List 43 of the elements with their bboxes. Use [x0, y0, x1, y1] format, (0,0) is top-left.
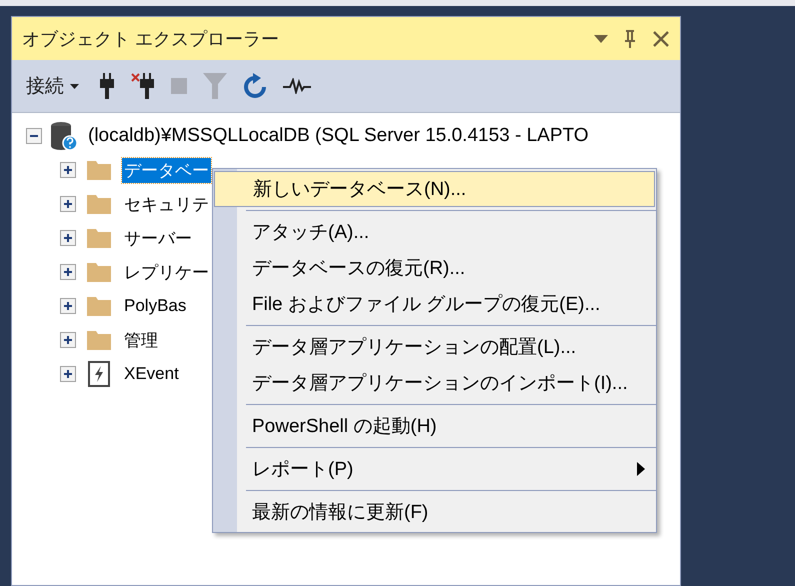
plug-icon[interactable]: [99, 73, 115, 99]
pin-icon[interactable]: [624, 28, 636, 48]
folder-icon: [86, 261, 112, 283]
activity-icon[interactable]: [283, 78, 311, 94]
refresh-icon[interactable]: [243, 73, 267, 99]
expand-icon[interactable]: [60, 264, 76, 280]
tree-node-label[interactable]: サーバー: [122, 226, 194, 250]
database-server-icon: [50, 121, 78, 151]
folder-icon: [86, 329, 112, 351]
caret-icon: [70, 84, 79, 88]
tree-node-label[interactable]: 管理: [122, 328, 160, 352]
menu-item[interactable]: データ層アプリケーションのインポート(I)...: [214, 365, 655, 401]
collapse-icon[interactable]: [26, 128, 42, 144]
tree-node-label[interactable]: PolyBas: [122, 295, 188, 317]
menu-item[interactable]: File およびファイル グループの復元(E)...: [214, 286, 655, 322]
tree-node-label[interactable]: セキュリテ: [122, 192, 211, 216]
close-icon[interactable]: [652, 30, 670, 48]
tree-node-label[interactable]: データベー: [122, 158, 211, 182]
disconnect-icon[interactable]: [131, 73, 155, 99]
tree-node-label[interactable]: XEvent: [122, 363, 181, 385]
connect-button[interactable]: 接続: [26, 73, 79, 99]
menu-item[interactable]: アタッチ(A)...: [214, 214, 655, 250]
folder-icon: [86, 159, 112, 181]
menu-item[interactable]: データベースの復元(R)...: [214, 250, 655, 286]
folder-icon: [86, 193, 112, 215]
expand-icon[interactable]: [60, 196, 76, 212]
folder-icon: [86, 295, 112, 317]
lightning-icon: [86, 361, 112, 387]
expand-icon[interactable]: [60, 298, 76, 314]
server-node-label[interactable]: (localdb)¥MSSQLLocalDB (SQL Server 15.0.4153 - LAPTO: [86, 124, 591, 148]
expand-icon[interactable]: [60, 332, 76, 348]
dropdown-icon[interactable]: [594, 34, 608, 42]
menu-item[interactable]: PowerShell の起動(H): [214, 408, 655, 444]
panel-title: オブジェクト エクスプローラー: [22, 28, 280, 50]
expand-icon[interactable]: [60, 230, 76, 246]
folder-icon: [86, 227, 112, 249]
expand-icon[interactable]: [60, 366, 76, 382]
menu-item[interactable]: データ層アプリケーションの配置(L)...: [214, 329, 655, 365]
expand-icon[interactable]: [60, 162, 76, 178]
menu-item[interactable]: 最新の情報に更新(F): [214, 494, 655, 530]
tree-node-label[interactable]: レプリケー: [122, 260, 211, 284]
menu-item[interactable]: 新しいデータベース(N)...: [214, 171, 655, 207]
menu-item[interactable]: レポート(P): [214, 451, 655, 487]
